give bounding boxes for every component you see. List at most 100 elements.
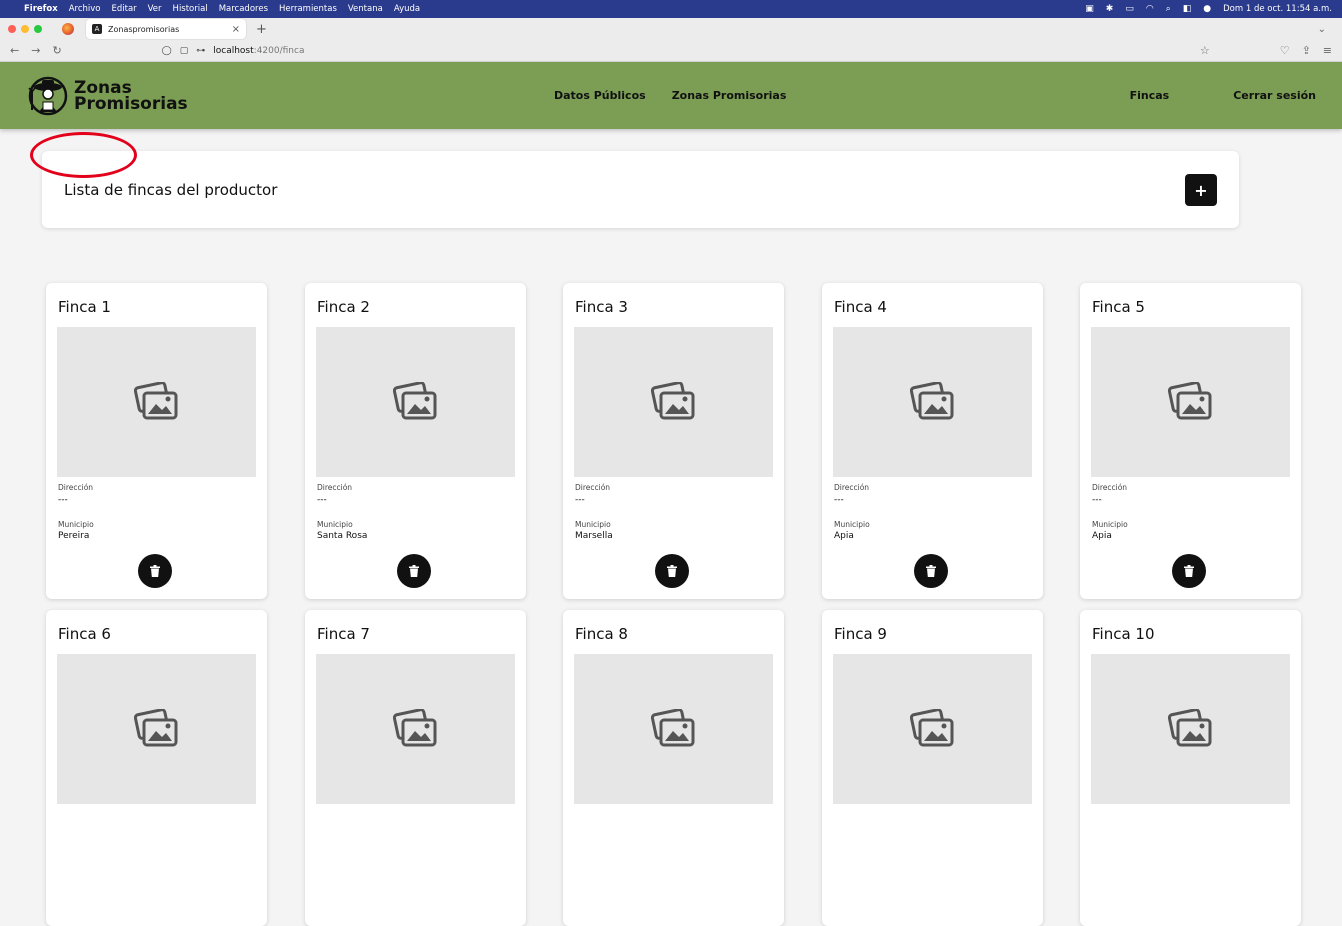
menu-editar[interactable]: Editar: [111, 4, 136, 14]
page-icon[interactable]: ▢: [180, 46, 189, 56]
app-logo[interactable]: Zonas Promisorias: [26, 74, 188, 118]
image-placeholder-icon: [392, 709, 436, 747]
pocket-icon[interactable]: ♡: [1280, 44, 1290, 57]
finca-image: [833, 327, 1032, 477]
direccion-value: ---: [834, 495, 844, 505]
finca-image: [1091, 327, 1290, 477]
trash-icon: [926, 565, 936, 577]
direccion-value: ---: [575, 495, 585, 505]
key-icon[interactable]: ⊶: [196, 46, 205, 56]
control-center-icon[interactable]: ◧: [1183, 4, 1192, 14]
new-tab-button[interactable]: +: [256, 22, 267, 37]
delete-finca-button[interactable]: [1172, 554, 1206, 588]
direccion-value: ---: [1092, 495, 1102, 505]
finca-card[interactable]: Finca 6: [46, 610, 267, 926]
image-placeholder-icon: [133, 709, 177, 747]
trash-icon: [150, 565, 160, 577]
municipio-label: Municipio: [575, 520, 611, 529]
menu-ventana[interactable]: Ventana: [348, 4, 383, 14]
finca-card[interactable]: Finca 2 Dirección --- Municipio Santa Rosa: [305, 283, 526, 599]
finca-card[interactable]: Finca 1 Dirección --- Municipio Pereira: [46, 283, 267, 599]
close-tab-icon[interactable]: ×: [232, 24, 240, 35]
browser-urlbar: ← → ↻ ◯ ▢ ⊶ localhost:4200/finca ☆ ♡ ⇪ ≡: [0, 40, 1342, 62]
reload-icon[interactable]: ↻: [52, 44, 61, 57]
bluetooth-icon[interactable]: ✱: [1106, 4, 1114, 14]
close-window-button[interactable]: [8, 25, 16, 33]
add-finca-button[interactable]: +: [1185, 174, 1217, 206]
forward-arrow-icon[interactable]: →: [31, 44, 40, 57]
hamburger-menu-icon[interactable]: ≡: [1323, 44, 1332, 57]
image-placeholder-icon: [909, 382, 953, 420]
angular-favicon-icon: A: [92, 24, 102, 34]
municipio-label: Municipio: [1092, 520, 1128, 529]
browser-tabbar: A Zonaspromisorias × + ⌄: [0, 18, 1342, 40]
battery-icon[interactable]: ▭: [1125, 4, 1134, 14]
delete-finca-button[interactable]: [397, 554, 431, 588]
menu-herramientas[interactable]: Herramientas: [279, 4, 337, 14]
back-arrow-icon[interactable]: ←: [10, 44, 19, 57]
menu-ver[interactable]: Ver: [148, 4, 162, 14]
finca-image: [316, 327, 515, 477]
farmer-logo-icon: [28, 76, 68, 115]
municipio-value: Apia: [834, 531, 854, 541]
finca-card[interactable]: Finca 8: [563, 610, 784, 926]
nav-datos-publicos[interactable]: Datos Públicos: [554, 89, 646, 102]
direccion-label: Dirección: [58, 483, 94, 492]
nav-cerrar-sesion[interactable]: Cerrar sesión: [1233, 89, 1316, 102]
finca-card[interactable]: Finca 5 Dirección --- Municipio Apia: [1080, 283, 1301, 599]
municipio-label: Municipio: [58, 520, 94, 529]
tracking-shield-icon[interactable]: ◯: [162, 46, 172, 56]
list-header-card: Lista de fincas del productor +: [42, 151, 1239, 228]
direccion-label: Dirección: [1092, 483, 1128, 492]
url-path: :4200/finca: [253, 45, 305, 56]
menu-archivo[interactable]: Archivo: [69, 4, 101, 14]
shield-status-icon[interactable]: ▣: [1085, 4, 1094, 14]
address-field[interactable]: ◯ ▢ ⊶ localhost:4200/finca: [162, 46, 305, 56]
list-tabs-chevron-icon[interactable]: ⌄: [1318, 24, 1326, 35]
finca-card[interactable]: Finca 3 Dirección --- Municipio Marsella: [563, 283, 784, 599]
tab-title: Zonaspromisorias: [108, 24, 180, 34]
minimize-window-button[interactable]: [21, 25, 29, 33]
bookmark-star-icon[interactable]: ☆: [1200, 44, 1210, 57]
browser-tab[interactable]: A Zonaspromisorias ×: [86, 19, 246, 39]
spotlight-search-icon[interactable]: ⌕: [1166, 4, 1171, 14]
nav-zonas-promisorias[interactable]: Zonas Promisorias: [672, 89, 787, 102]
siri-icon[interactable]: ●: [1203, 4, 1211, 14]
delete-finca-button[interactable]: [138, 554, 172, 588]
app-navbar: Zonas Promisorias Datos Públicos Zonas P…: [0, 62, 1342, 129]
finca-card-title: Finca 2: [317, 298, 370, 316]
trash-icon: [409, 565, 419, 577]
finca-card[interactable]: Finca 4 Dirección --- Municipio Apia: [822, 283, 1043, 599]
finca-card[interactable]: Finca 10: [1080, 610, 1301, 926]
finca-card-title: Finca 9: [834, 625, 887, 643]
image-placeholder-icon: [650, 709, 694, 747]
menu-historial[interactable]: Historial: [173, 4, 208, 14]
menu-ayuda[interactable]: Ayuda: [394, 4, 420, 14]
menu-marcadores[interactable]: Marcadores: [219, 4, 268, 14]
finca-image: [57, 327, 256, 477]
zoom-window-button[interactable]: [34, 25, 42, 33]
trash-icon: [1184, 565, 1194, 577]
menu-app[interactable]: Firefox: [24, 4, 58, 14]
finca-card[interactable]: Finca 7: [305, 610, 526, 926]
municipio-label: Municipio: [317, 520, 353, 529]
municipio-value: Marsella: [575, 531, 613, 541]
user-nav: Fincas Cerrar sesión: [1130, 89, 1316, 102]
firefox-view-icon[interactable]: [62, 23, 74, 35]
wifi-icon[interactable]: ◠: [1146, 4, 1154, 14]
finca-image: [833, 654, 1032, 804]
finca-card[interactable]: Finca 9: [822, 610, 1043, 926]
finca-card-title: Finca 3: [575, 298, 628, 316]
finca-image: [574, 327, 773, 477]
municipio-value: Apia: [1092, 531, 1112, 541]
toolbar-tools: ♡ ⇪ ≡: [1280, 44, 1332, 57]
main-nav: Datos Públicos Zonas Promisorias: [554, 62, 786, 129]
finca-card-title: Finca 10: [1092, 625, 1155, 643]
delete-finca-button[interactable]: [655, 554, 689, 588]
delete-finca-button[interactable]: [914, 554, 948, 588]
share-icon[interactable]: ⇪: [1302, 44, 1311, 57]
direccion-value: ---: [58, 495, 68, 505]
menubar-clock[interactable]: Dom 1 de oct. 11:54 a.m.: [1223, 4, 1332, 14]
finca-card-title: Finca 1: [58, 298, 111, 316]
nav-fincas[interactable]: Fincas: [1130, 89, 1170, 102]
